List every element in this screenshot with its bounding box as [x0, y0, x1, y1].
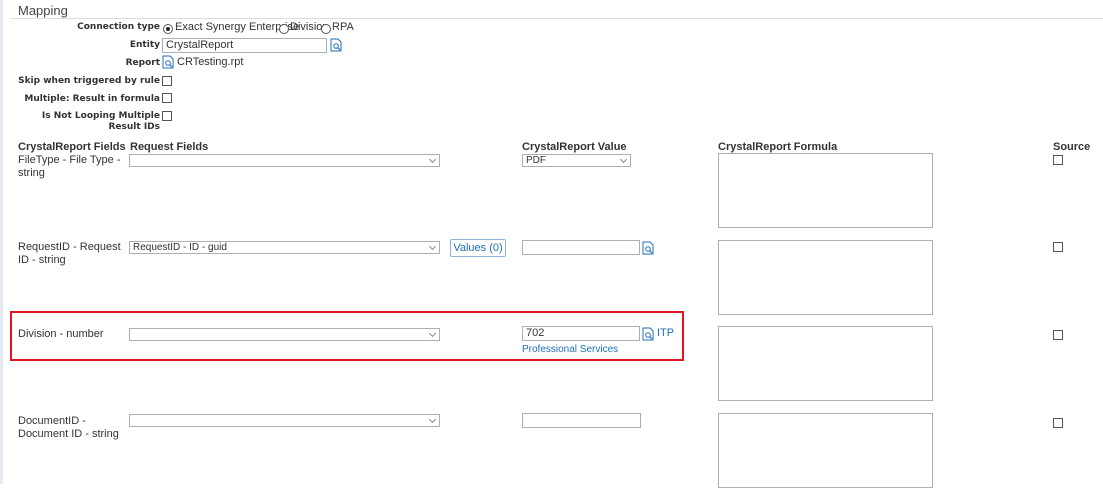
connection-type-label: Connection type: [77, 22, 160, 32]
multiple-checkbox[interactable]: [162, 93, 172, 103]
report-label: Report: [125, 58, 160, 68]
section-header: Mapping: [10, 0, 1103, 19]
skip-label: Skip when triggered by rule: [18, 76, 160, 86]
row-requestid-lookup-icon[interactable]: [642, 241, 655, 255]
not-looping-checkbox[interactable]: [162, 111, 172, 121]
not-looping-label: Is Not Looping Multiple Result IDs: [41, 111, 160, 132]
row-division-source-checkbox[interactable]: [1053, 330, 1063, 340]
row-filetype-formula-textarea[interactable]: [718, 153, 933, 228]
row-requestid-source-checkbox[interactable]: [1053, 242, 1063, 252]
section-title: Mapping: [18, 3, 68, 18]
header-crystalreport-formula: CrystalReport Formula: [718, 141, 838, 153]
row-filetype-value-select[interactable]: PDF: [522, 154, 631, 167]
row-requestid-value-input[interactable]: [522, 240, 640, 255]
row-documentid-source-checkbox[interactable]: [1053, 418, 1063, 428]
chevron-down-icon: [428, 242, 437, 251]
row-division-formula-textarea[interactable]: [718, 326, 933, 401]
radio-rpa-label: RPA: [332, 21, 354, 33]
multiple-label: Multiple: Result in formula: [24, 94, 160, 104]
chevron-down-icon: [428, 155, 437, 164]
report-document-icon[interactable]: [162, 55, 175, 69]
left-edge-rule: [0, 0, 3, 484]
skip-checkbox[interactable]: [162, 76, 172, 86]
header-crystalreport-value: CrystalReport Value: [522, 141, 627, 153]
entity-lookup-icon[interactable]: [330, 38, 343, 52]
entity-label: Entity: [129, 40, 160, 50]
row-documentid-field-label: DocumentID - Document ID - string: [18, 415, 119, 440]
row-filetype-source-checkbox[interactable]: [1053, 155, 1063, 165]
chevron-down-icon: [619, 155, 628, 164]
row-requestid-formula-textarea[interactable]: [718, 240, 933, 315]
row-requestid-values-button[interactable]: Values (0): [450, 239, 506, 257]
row-requestid-request-select[interactable]: RequestID - ID - guid: [129, 241, 440, 254]
division-row-highlight-box: [10, 311, 684, 361]
row-documentid-value-input[interactable]: [522, 413, 641, 428]
radio-division[interactable]: [279, 24, 289, 34]
row-requestid-field-label: RequestID - Request ID - string: [18, 241, 121, 266]
row-documentid-formula-textarea[interactable]: [718, 413, 933, 488]
report-file-name[interactable]: CRTesting.rpt: [177, 56, 243, 69]
entity-input[interactable]: CrystalReport: [162, 38, 327, 53]
radio-rpa[interactable]: [321, 24, 331, 34]
chevron-down-icon: [428, 415, 437, 424]
row-filetype-field-label: FileType - File Type - string: [18, 154, 121, 179]
header-request-fields: Request Fields: [130, 141, 209, 153]
radio-exact-synergy[interactable]: [163, 24, 173, 34]
row-filetype-request-select[interactable]: [129, 154, 440, 167]
row-documentid-request-select[interactable]: [129, 414, 440, 427]
header-source: Source: [1053, 141, 1091, 153]
header-crystalreport-fields: CrystalReport Fields: [18, 141, 126, 153]
